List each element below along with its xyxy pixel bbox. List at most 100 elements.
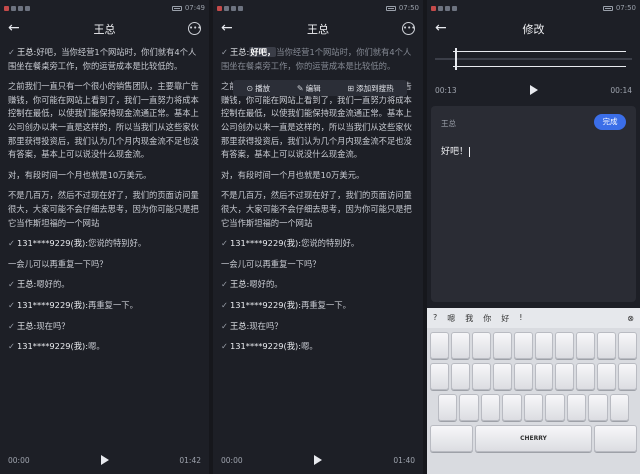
key[interactable] [429,363,449,390]
key[interactable] [429,332,449,359]
key[interactable] [534,363,554,390]
space-key[interactable]: CHERRY [475,425,592,452]
key[interactable] [471,363,491,390]
key[interactable] [576,332,596,359]
key[interactable] [566,394,587,421]
page-title: 修改 [522,23,545,36]
paragraph-text: 好吧，当你经营1个网站时，你们就有4个人围坐在餐桌旁工作，你的运营成本是比较低的… [8,47,197,71]
key[interactable] [534,332,554,359]
back-arrow-icon[interactable]: ← [8,20,20,36]
key[interactable] [618,363,638,390]
paragraph-text: 现在吗？ [249,320,283,331]
speaker-name: 王总: [16,47,37,57]
done-button[interactable]: 完成 [594,114,626,130]
back-arrow-icon[interactable]: ← [221,20,233,36]
transcript-paragraph[interactable]: 对，有段时间一个月也就是10万美元。 [221,169,415,183]
key[interactable] [459,394,479,421]
current-time: 00:00 [8,455,30,465]
key[interactable] [555,363,575,390]
waveform-selector[interactable] [435,48,632,70]
transcript-content[interactable]: ✓ 王总:好吧，当你经营1个网站时，你们就有4个人围坐在餐桌旁工作，你的运营成本是… [0,42,209,354]
transcript-paragraph[interactable]: ✓ 王总:好吧，当你经营1个网站时，你们就有4个人围坐在餐桌旁工作，你的运营成本是… [8,46,201,73]
current-time: 00:00 [221,455,243,465]
page-title: 王总 [93,23,116,36]
key[interactable] [513,332,533,359]
paragraph-text: 嗯好的。 [249,279,283,290]
play-icon[interactable] [314,455,322,465]
transcript-paragraph[interactable]: 之前我们一直只有一个很小的销售团队，主要靠广告赚钱，你可能在网站上看到了，我们一… [8,80,201,162]
key[interactable] [618,332,638,359]
transcript-paragraph[interactable]: ✓ 131****9229(我):再重复一下。 [8,299,201,313]
status-bar: 07:49 [0,0,209,16]
key[interactable] [523,394,544,421]
key[interactable] [513,363,533,390]
candidate-item[interactable]: ! [519,313,522,324]
key[interactable] [597,332,617,359]
more-options-icon[interactable]: ••• [402,22,415,35]
transcript-paragraph[interactable]: ✓ 王总:好吧，当你经营1个网站时，你们就有4个人围坐在餐桌旁工作，你的运营成本是… [221,46,415,73]
key[interactable] [597,363,617,390]
candidate-item[interactable]: 好 [501,313,509,324]
enter-key[interactable] [593,425,637,452]
check-icon: ✓ [221,47,228,57]
status-icons [4,5,30,11]
play-icon[interactable] [529,85,538,95]
key[interactable] [438,394,458,421]
key[interactable] [471,332,491,359]
transcript-paragraph[interactable]: 不是几百万，然后不过现在好了，我们的页面访问量很大，大家可能不会仔细去思考，因为… [8,189,201,230]
transcript-paragraph[interactable]: ✓ 131****9229(我):嗯。 [221,340,415,354]
transcript-paragraph[interactable]: 一会儿可以再重复一下吗？ [221,258,415,272]
shift-key[interactable] [430,425,474,452]
key[interactable] [492,332,512,359]
check-icon: ✓ [8,341,15,352]
selection-band[interactable] [453,51,626,67]
play-icon[interactable] [100,455,109,465]
key[interactable] [480,394,501,421]
key[interactable] [492,363,512,390]
transcript-paragraph[interactable]: ✓ 王总:嗯好的。 [221,278,415,292]
keyboard: ? 嗯我你好! ⊗ CHERRY [427,308,640,474]
transcript-paragraph[interactable]: 一会儿可以再重复一下吗？ [8,258,201,272]
menu-play[interactable]: ⊙ 播放 [246,83,270,94]
more-options-icon[interactable]: ••• [188,22,201,35]
key[interactable] [502,394,522,421]
key[interactable] [576,363,596,390]
key[interactable] [555,332,575,359]
transcript-paragraph[interactable]: 不是几百万，然后不过现在好了，我们的页面访问量很大，大家可能不会仔细去思考，因为… [221,189,415,230]
transcript-paragraph[interactable]: ✓ 131****9229(我):您说的特别好。 [221,237,415,251]
key[interactable] [450,363,470,390]
candidate-item[interactable]: 我 [465,313,473,324]
check-icon: ✓ [221,299,228,310]
transcript-paragraph[interactable]: 对，有段时间一个月也就是10万美元。 [8,169,201,183]
playhead[interactable] [455,48,457,70]
paragraph-text: 嗯。 [88,341,105,352]
transcript-paragraph[interactable]: ✓ 131****9229(我):嗯。 [8,340,201,354]
key[interactable] [609,394,629,421]
edit-textarea[interactable]: 好吧！ [441,144,471,157]
transcript-paragraph[interactable]: ✓ 王总:现在吗？ [221,320,415,334]
paragraph-text: 嗯好的。 [36,279,70,290]
transcript-paragraph[interactable]: ✓ 王总:嗯好的。 [8,278,201,292]
back-arrow-icon[interactable]: ← [435,20,447,36]
key[interactable] [588,394,608,421]
key[interactable] [450,332,470,359]
check-icon: ✓ [221,279,228,290]
key[interactable] [545,394,565,421]
paragraph-text: 您说的特别好。 [301,238,360,249]
paragraph-text: 不是几百万，然后不过现在好了，我们的页面访问量很大，大家可能不会仔细去思考，因为… [8,190,199,228]
candidate-item[interactable]: 嗯 [447,313,455,324]
candidate-bar: ? 嗯我你好! ⊗ [427,308,640,328]
candidate-item[interactable]: ? [433,313,437,324]
keyboard-close-icon[interactable]: ⊗ [627,314,634,323]
menu-add-hotword[interactable]: ⊞ 添加到搜热 [347,83,393,94]
transcript-paragraph[interactable]: ✓ 131****9229(我):您说的特别好。 [8,237,201,251]
candidate-item[interactable]: 你 [483,313,491,324]
transcript-paragraph[interactable]: ✓ 王总:现在吗？ [8,320,201,334]
menu-edit[interactable]: ✎ 编辑 [297,83,321,94]
key-row-2 [427,363,640,390]
speaker-name: 王总: [16,279,37,290]
clip-start-time: 00:13 [435,85,457,95]
transcript-paragraph[interactable]: ✓ 131****9229(我):再重复一下。 [221,299,415,313]
speaker-name: 131****9229(我): [229,299,302,310]
paragraph-text: 再重复一下。 [88,299,138,310]
